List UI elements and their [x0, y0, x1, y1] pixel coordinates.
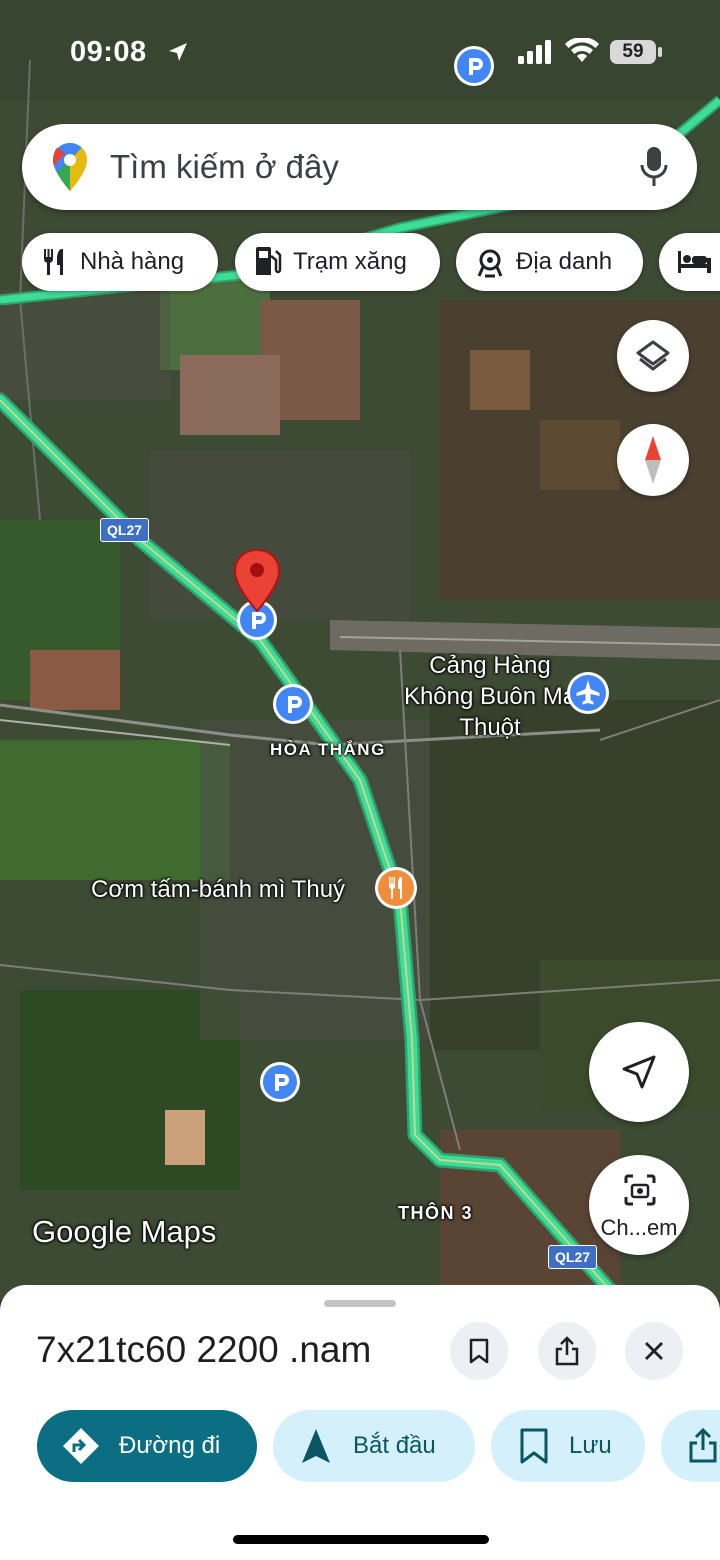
- close-icon: [645, 1342, 663, 1360]
- parking-marker[interactable]: [260, 1062, 300, 1102]
- bookmark-button[interactable]: [450, 1322, 508, 1380]
- location-arrow-icon: [169, 43, 187, 61]
- restaurant-label[interactable]: Cơm tấm-bánh mì Thuý: [91, 876, 345, 904]
- start-button[interactable]: Bắt đầu: [273, 1410, 475, 1482]
- chip-landmarks[interactable]: Địa danh: [456, 233, 643, 291]
- home-indicator: [233, 1535, 489, 1544]
- bookmark-icon: [520, 1428, 548, 1464]
- parking-marker[interactable]: [273, 684, 313, 724]
- airport-icon[interactable]: [566, 671, 610, 715]
- layers-icon: [636, 340, 670, 371]
- area-label-hoa-thang: HÒA THẮNG: [270, 740, 386, 759]
- street-view-label: Ch...em: [600, 1215, 678, 1240]
- cellular-signal-icon: [518, 40, 551, 64]
- route-shield-ql27-south: QL27: [548, 1245, 598, 1269]
- hotel-icon: [678, 251, 711, 273]
- search-bar[interactable]: Tìm kiếm ở đây: [22, 124, 697, 210]
- search-input[interactable]: Tìm kiếm ở đây: [110, 148, 339, 186]
- landmark-icon: [477, 249, 503, 278]
- place-bottom-sheet[interactable]: 7x21tc60 2200 .nam Đường đi Bắt đầu Lưu: [0, 1285, 720, 1560]
- share-button[interactable]: [538, 1322, 596, 1380]
- compass-icon: [645, 436, 661, 484]
- share-icon: [555, 1336, 579, 1366]
- restaurant-icon: [44, 249, 63, 275]
- place-title: 7x21tc60 2200 .nam: [36, 1329, 372, 1370]
- chip-label: Địa danh: [516, 248, 613, 275]
- dropped-pin-icon[interactable]: [232, 548, 282, 614]
- restaurant-marker-icon[interactable]: [374, 866, 418, 910]
- start-label: Bắt đầu: [353, 1432, 436, 1459]
- directions-icon: [63, 1428, 99, 1464]
- parking-icon: [275, 1074, 289, 1091]
- layers-button[interactable]: [617, 320, 689, 392]
- directions-label: Đường đi: [119, 1432, 221, 1459]
- route-shield-ql27: QL27: [100, 518, 150, 542]
- compass-button[interactable]: [617, 424, 689, 496]
- sheet-drag-handle[interactable]: [324, 1300, 396, 1307]
- chip-hotels[interactable]: [659, 233, 720, 291]
- battery-indicator: 59: [610, 40, 656, 64]
- clock: 09:08: [70, 36, 147, 68]
- parking-icon: [288, 696, 302, 713]
- google-maps-watermark: Google Maps: [32, 1214, 217, 1249]
- bookmark-icon: [469, 1338, 489, 1364]
- navigation-arrow-icon: [622, 1055, 656, 1089]
- google-maps-logo-icon: [53, 143, 87, 191]
- save-label: Lưu: [569, 1432, 612, 1459]
- status-bar: 09:08 59: [0, 0, 720, 100]
- chip-gas-stations[interactable]: Trạm xăng: [235, 233, 440, 291]
- airport-label[interactable]: Cảng Hàng Không Buôn Ma Thuột: [400, 650, 580, 743]
- my-location-button[interactable]: [589, 1022, 689, 1122]
- share-action-button[interactable]: [661, 1410, 720, 1482]
- microphone-icon[interactable]: [639, 146, 669, 188]
- share-icon: [689, 1427, 717, 1463]
- chip-restaurants[interactable]: Nhà hàng: [22, 233, 218, 291]
- chip-label: Trạm xăng: [293, 248, 407, 275]
- wifi-icon: [565, 38, 599, 62]
- directions-button[interactable]: Đường đi: [37, 1410, 257, 1482]
- chip-label: Nhà hàng: [80, 248, 185, 275]
- camera-scan-icon: [624, 1174, 656, 1206]
- street-view-button[interactable]: Ch...em: [589, 1155, 689, 1255]
- save-button[interactable]: Lưu: [491, 1410, 645, 1482]
- navigation-icon: [302, 1429, 330, 1463]
- battery-tip: [658, 47, 662, 57]
- close-button[interactable]: [625, 1322, 683, 1380]
- gas-station-icon: [256, 247, 282, 275]
- area-label-thon-3: THÔN 3: [398, 1203, 474, 1223]
